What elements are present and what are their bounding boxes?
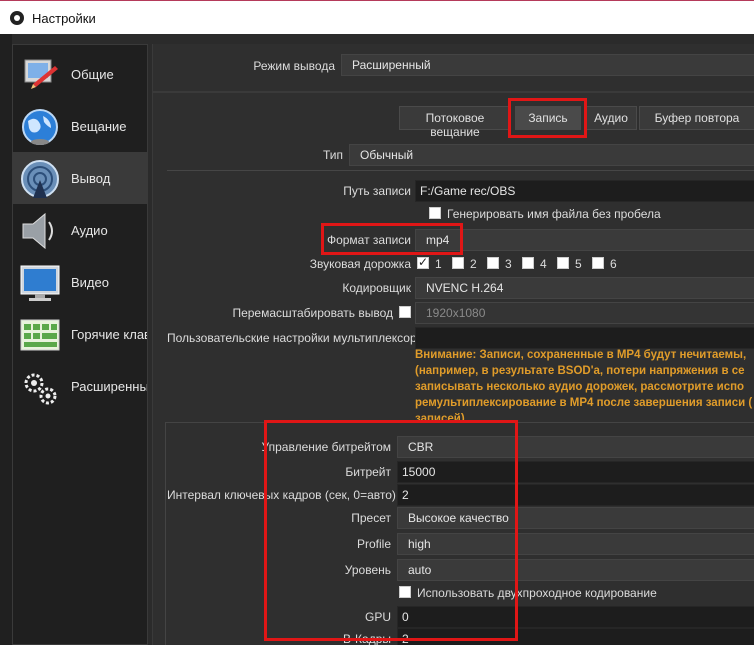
track-4-label: 4 [540, 257, 547, 271]
highlight-format [321, 223, 463, 255]
rescale-label: Перемасштабировать вывод [232, 306, 393, 320]
mp4-warning-text: Внимание: Записи, сохраненные в MP4 буду… [415, 347, 754, 427]
recording-path-input[interactable]: F:/Game rec/OBS [415, 180, 754, 202]
divider [153, 91, 754, 93]
title-bar: Настройки [0, 0, 754, 34]
sidebar-item-advanced[interactable]: Расширенные [13, 360, 147, 412]
output-mode-label: Режим вывода [253, 59, 335, 73]
sidebar-item-label: Вывод [71, 171, 111, 186]
recording-type-select[interactable]: Обычный [349, 144, 754, 166]
audio-track-label: Звуковая дорожка [309, 257, 411, 271]
output-mode-select[interactable]: Расширенный [341, 54, 754, 76]
gears-icon [24, 373, 57, 405]
settings-sidebar: Общие Вещание Вывод Аудио Видео Горячие … [12, 44, 148, 645]
encoder-label: Кодировщик [342, 281, 411, 295]
sidebar-item-output[interactable]: Вывод [13, 152, 147, 204]
settings-window: Общие Вещание Вывод Аудио Видео Горячие … [0, 34, 754, 645]
encoder-select[interactable]: NVENC H.264 [415, 277, 754, 299]
track-6-label: 6 [610, 257, 617, 271]
sidebar-item-label: Горячие клави [71, 327, 147, 342]
sidebar-item-label: Общие [71, 67, 114, 82]
track-5-checkbox[interactable] [557, 257, 569, 269]
sidebar-item-general[interactable]: Общие [13, 48, 147, 100]
track-2-label: 2 [470, 257, 477, 271]
sidebar-item-label: Расширенные [71, 379, 148, 394]
output-antenna-icon [21, 160, 59, 198]
keyboard-icon [20, 319, 60, 351]
obs-logo-icon [10, 11, 24, 25]
sidebar-item-stream[interactable]: Вещание [13, 100, 147, 152]
sidebar-item-label: Аудио [71, 223, 108, 238]
monitor-icon [20, 265, 60, 301]
warning-line: записывать несколько аудио дорожек, расс… [415, 381, 745, 393]
sidebar-item-label: Вещание [71, 119, 127, 134]
track-3-label: 3 [505, 257, 512, 271]
stream-globe-icon [22, 109, 58, 145]
general-icon [24, 59, 58, 89]
track-6-checkbox[interactable] [592, 257, 604, 269]
warning-line: (например, в результате BSOD'а, потери н… [415, 365, 745, 377]
no-space-filename-checkbox[interactable] [429, 207, 441, 219]
recording-type-label: Тип [322, 148, 343, 162]
warning-line: ремультиплексирование в MP4 после заверш… [415, 397, 753, 409]
highlight-recording-tab [508, 98, 587, 138]
track-1-checkbox[interactable] [417, 255, 429, 269]
muxer-settings-input[interactable] [415, 327, 754, 349]
recording-path-label: Путь записи [343, 184, 411, 198]
rescale-resolution-select[interactable]: 1920x1080 [415, 302, 754, 324]
sidebar-item-label: Видео [71, 275, 109, 290]
tab-audio[interactable]: Аудио [585, 106, 637, 130]
rescale-checkbox[interactable] [399, 306, 411, 318]
divider [167, 170, 754, 171]
no-space-filename-label: Генерировать имя файла без пробела [447, 207, 661, 221]
track-1-label: 1 [435, 257, 442, 271]
sidebar-item-audio[interactable]: Аудио [13, 204, 147, 256]
sidebar-item-hotkeys[interactable]: Горячие клави [13, 308, 147, 360]
output-settings-panel: Режим вывода Расширенный Потоковое вещан… [152, 44, 754, 645]
speaker-icon [22, 212, 53, 250]
track-3-checkbox[interactable] [487, 257, 499, 269]
highlight-encoder-settings [264, 420, 518, 641]
tab-streaming[interactable]: Потоковое вещание [399, 106, 511, 139]
tab-replay-buffer[interactable]: Буфер повтора [639, 106, 754, 130]
warning-line: Внимание: Записи, сохраненные в MP4 буду… [415, 349, 747, 361]
sidebar-item-video[interactable]: Видео [13, 256, 147, 308]
output-mode-row: Режим вывода Расширенный [153, 50, 754, 80]
track-5-label: 5 [575, 257, 582, 271]
muxer-settings-label: Пользовательские настройки мультиплексор… [167, 331, 424, 345]
window-left-edge [0, 34, 12, 645]
track-2-checkbox[interactable] [452, 257, 464, 269]
track-4-checkbox[interactable] [522, 257, 534, 269]
window-title: Настройки [32, 11, 96, 26]
recording-format-select[interactable]: mp4 [415, 229, 754, 251]
